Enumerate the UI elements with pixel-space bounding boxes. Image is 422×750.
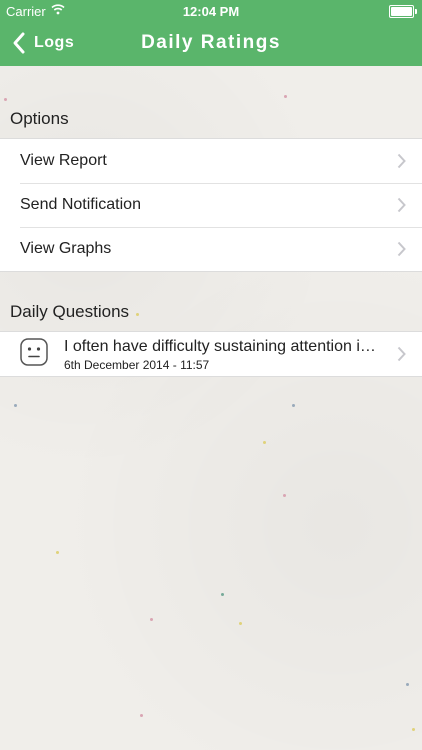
question-text: I often have difficulty sustaining atten…	[64, 338, 382, 355]
question-date: 6th December 2014 - 11:57	[64, 358, 210, 372]
daily-questions-list: I often have difficulty sustaining atten…	[0, 331, 422, 377]
status-time: 12:04 PM	[182, 4, 240, 19]
daily-questions-section-header: Daily Questions	[10, 302, 130, 321]
neutral-face-icon	[20, 338, 48, 366]
daily-question-row[interactable]: I often have difficulty sustaining atten…	[0, 332, 422, 376]
send-notification-label: Send Notification	[20, 196, 141, 213]
options-list: View Report Send Notification View Graph…	[0, 138, 422, 272]
view-graphs-row[interactable]: View Graphs	[0, 227, 422, 271]
view-report-row[interactable]: View Report	[0, 139, 422, 183]
navigation-bar: Carrier 12:04 PM Logs Daily Ratings	[0, 0, 422, 66]
chevron-right-icon	[397, 346, 406, 362]
chevron-right-icon	[397, 197, 406, 213]
page-title: Daily Ratings	[141, 32, 281, 53]
status-bar: Carrier 12:04 PM	[0, 0, 422, 22]
send-notification-row[interactable]: Send Notification	[0, 183, 422, 227]
view-report-label: View Report	[20, 152, 107, 169]
battery-icon	[389, 5, 417, 18]
view-graphs-label: View Graphs	[20, 240, 112, 257]
chevron-right-icon	[397, 153, 406, 169]
chevron-right-icon	[397, 241, 406, 257]
options-section-header: Options	[10, 109, 69, 128]
